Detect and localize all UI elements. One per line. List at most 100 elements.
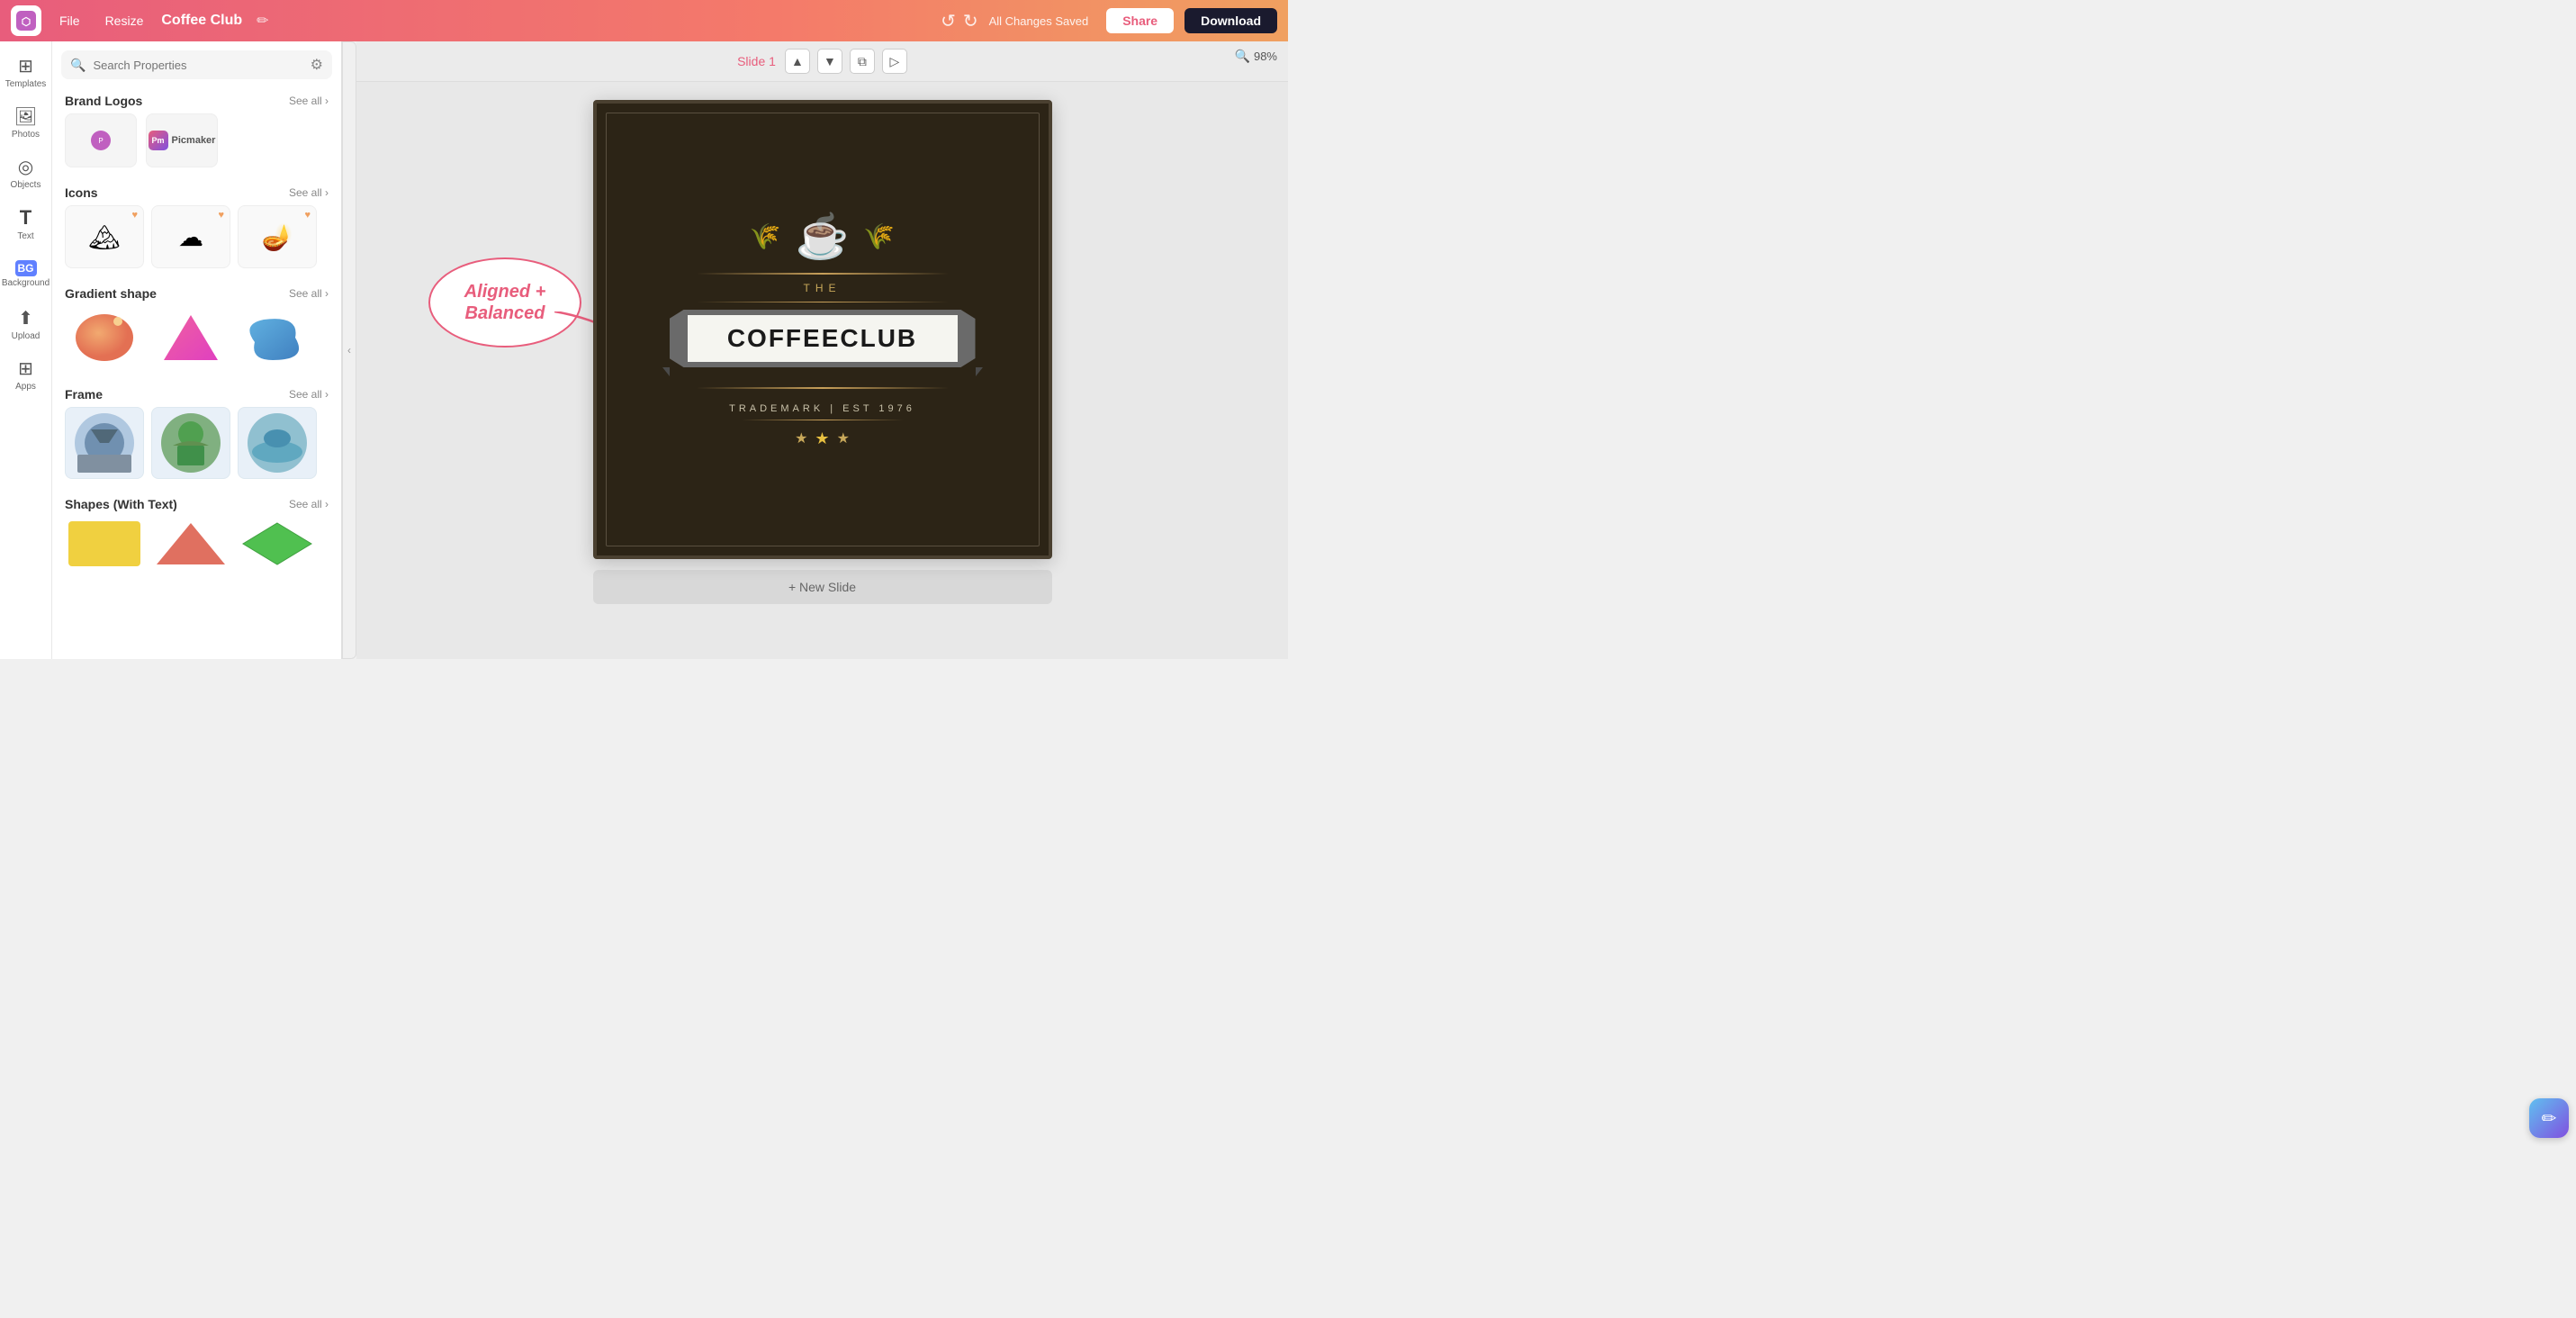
gradient-shapes-row xyxy=(52,306,341,380)
banner-wing-right xyxy=(976,367,983,376)
slide-duplicate-button[interactable]: ⧉ xyxy=(850,49,875,74)
slide-label: Slide 1 xyxy=(737,54,776,68)
icons-see-all[interactable]: See all › xyxy=(289,186,329,199)
canvas-content: Aligned +Balanced xyxy=(356,82,1288,659)
filter-icon[interactable]: ⚙ xyxy=(311,56,323,74)
gradient-shape-title: Gradient shape xyxy=(65,286,157,301)
collapse-icon: ‹ xyxy=(347,344,351,357)
upload-label: Upload xyxy=(12,331,41,341)
gradient-shape-2[interactable] xyxy=(151,306,230,369)
star-3: ★ xyxy=(837,429,850,448)
file-menu[interactable]: File xyxy=(52,10,87,32)
main-layout: ⊞ Templates 🖼 Photos ◎ Objects T Text BG… xyxy=(0,41,1288,659)
icon-item-mountain[interactable]: 🏔 ♥ xyxy=(65,205,144,268)
frame-item-1[interactable] xyxy=(65,407,144,479)
sidebar-item-background[interactable]: BG Background xyxy=(3,250,50,297)
frame-header: Frame See all › xyxy=(52,380,341,407)
sidebar-item-upload[interactable]: ⬆ Upload xyxy=(3,301,50,348)
icon-fav-3: ♥ xyxy=(304,210,311,221)
search-bar: 🔍 ⚙ xyxy=(61,50,332,79)
picmaker-logo-content: Pm Picmaker xyxy=(149,131,216,150)
icons-row: 🏔 ♥ ☁ ♥ 🪔 ♥ xyxy=(52,205,341,279)
banner-wrapper: COFFEECLUB xyxy=(670,310,976,367)
slide-down-button[interactable]: ▼ xyxy=(817,49,842,74)
speech-bubble-text: Aligned +Balanced xyxy=(464,281,546,324)
shapes-text-header: Shapes (With Text) See all › xyxy=(52,490,341,517)
brand-logo-icon-1: P xyxy=(91,131,111,150)
text-icon: T xyxy=(20,206,32,230)
gradient-shape-header: Gradient shape See all › xyxy=(52,279,341,306)
apps-icon: ⊞ xyxy=(18,357,33,380)
project-title: Coffee Club xyxy=(161,13,242,29)
gradient-shape-3[interactable] xyxy=(238,306,317,369)
share-button[interactable]: Share xyxy=(1106,8,1174,33)
slide-up-button[interactable]: ▲ xyxy=(785,49,810,74)
canvas-toolbar: Slide 1 ▲ ▼ ⧉ ▷ xyxy=(356,41,1288,82)
templates-icon: ⊞ xyxy=(18,55,33,77)
sidebar-panel: 🔍 ⚙ Brand Logos See all › P Pm Picmaker … xyxy=(52,41,342,659)
sidebar-item-text[interactable]: T Text xyxy=(3,200,50,247)
gold-line-middle xyxy=(697,302,949,303)
shapes-text-row xyxy=(52,517,341,582)
search-icon: 🔍 xyxy=(70,58,86,73)
floating-action-icon: ✏ xyxy=(2542,1107,2557,1130)
edit-title-icon[interactable]: ✏ xyxy=(257,12,268,30)
shape-text-2[interactable] xyxy=(151,517,230,571)
brand-logos-header: Brand Logos See all › xyxy=(52,86,341,113)
slide-present-button[interactable]: ▷ xyxy=(882,49,907,74)
floating-action-button[interactable]: ✏ xyxy=(2529,1098,2569,1138)
search-input[interactable] xyxy=(93,59,302,72)
zoom-level: 98% xyxy=(1254,50,1277,63)
background-label: Background xyxy=(2,278,50,288)
text-label: Text xyxy=(17,231,33,241)
trademark-text: TRADEMARK | EST 1976 xyxy=(729,403,915,414)
icon-item-cloud[interactable]: ☁ ♥ xyxy=(151,205,230,268)
gold-line-bottom xyxy=(697,387,949,389)
banner-background: COFFEECLUB xyxy=(670,310,976,367)
frame-item-3[interactable] xyxy=(238,407,317,479)
shape-text-1[interactable] xyxy=(65,517,144,571)
brand-logo-picmaker[interactable]: Pm Picmaker xyxy=(146,113,218,167)
objects-icon: ◎ xyxy=(18,156,33,178)
gradient-shape-see-all[interactable]: See all › xyxy=(289,287,329,300)
resize-menu[interactable]: Resize xyxy=(98,10,151,32)
brand-logos-row: P Pm Picmaker xyxy=(52,113,341,178)
gold-line-footer xyxy=(742,420,904,421)
app-logo[interactable]: ⬡ xyxy=(11,5,41,36)
frame-item-2[interactable] xyxy=(151,407,230,479)
brand-logos-see-all[interactable]: See all › xyxy=(289,95,329,107)
sidebar-item-objects[interactable]: ◎ Objects xyxy=(3,149,50,196)
frame-title: Frame xyxy=(65,387,103,402)
wheat-left-icon: 🌾 xyxy=(750,221,781,251)
picmaker-text: Picmaker xyxy=(172,135,216,146)
banner-inner: COFFEECLUB xyxy=(688,315,958,362)
gradient-shape-1[interactable] xyxy=(65,306,144,369)
sidebar-item-photos[interactable]: 🖼 Photos xyxy=(3,99,50,146)
brand-logo-picmaker-alt[interactable]: P xyxy=(65,113,137,167)
canvas-area: 🔍 98% Slide 1 ▲ ▼ ⧉ ▷ Aligned +Ba xyxy=(356,41,1288,659)
sidebar-item-templates[interactable]: ⊞ Templates xyxy=(3,49,50,95)
redo-button[interactable]: ↻ xyxy=(963,10,978,32)
wheat-right-icon: 🌾 xyxy=(863,221,895,251)
icon-item-ornament[interactable]: 🪔 ♥ xyxy=(238,205,317,268)
the-text: THE xyxy=(804,282,842,294)
upload-icon: ⬆ xyxy=(18,307,33,330)
shape-text-3[interactable] xyxy=(238,517,317,571)
sidebar-item-apps[interactable]: ⊞ Apps xyxy=(3,351,50,398)
design-canvas[interactable]: 🌾 ☕ 🌾 THE COFFEECLUB xyxy=(593,100,1052,559)
shapes-text-title: Shapes (With Text) xyxy=(65,497,177,511)
coffee-top-row: 🌾 ☕ 🌾 xyxy=(750,211,896,262)
frame-see-all[interactable]: See all › xyxy=(289,388,329,401)
undo-button[interactable]: ↺ xyxy=(941,10,956,32)
save-status: All Changes Saved xyxy=(989,14,1089,28)
header: ⬡ File Resize Coffee Club ✏ ↺ ↻ All Chan… xyxy=(0,0,1288,41)
sidebar-collapse-handle[interactable]: ‹ xyxy=(342,41,356,659)
shapes-text-see-all[interactable]: See all › xyxy=(289,498,329,510)
objects-label: Objects xyxy=(11,180,41,190)
brand-logos-title: Brand Logos xyxy=(65,94,142,108)
new-slide-bar[interactable]: + New Slide xyxy=(593,570,1052,604)
undo-redo-controls: ↺ ↻ xyxy=(941,10,978,32)
stars-row: ★ ★ ★ xyxy=(795,429,850,448)
download-button[interactable]: Download xyxy=(1184,8,1277,33)
speech-bubble-container: Aligned +Balanced xyxy=(428,257,581,348)
